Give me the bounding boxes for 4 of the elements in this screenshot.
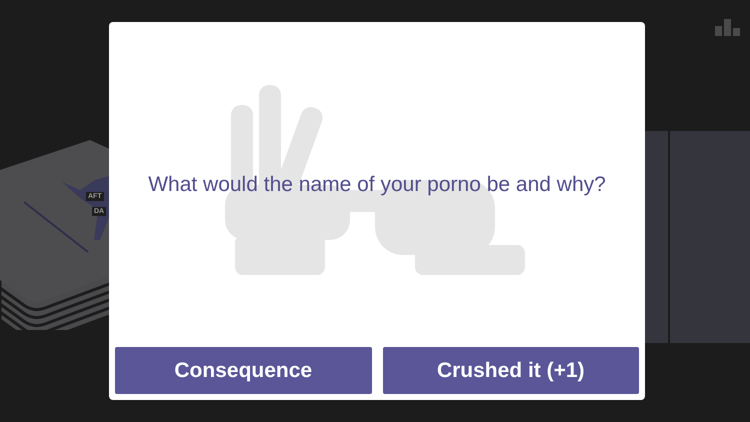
answer-button[interactable]: Consequence xyxy=(115,347,372,394)
stats-icon[interactable] xyxy=(715,19,740,36)
question-text: What would the name of your porno be and why? xyxy=(147,172,607,198)
answer-button[interactable]: Crushed it (+1) xyxy=(382,347,639,394)
